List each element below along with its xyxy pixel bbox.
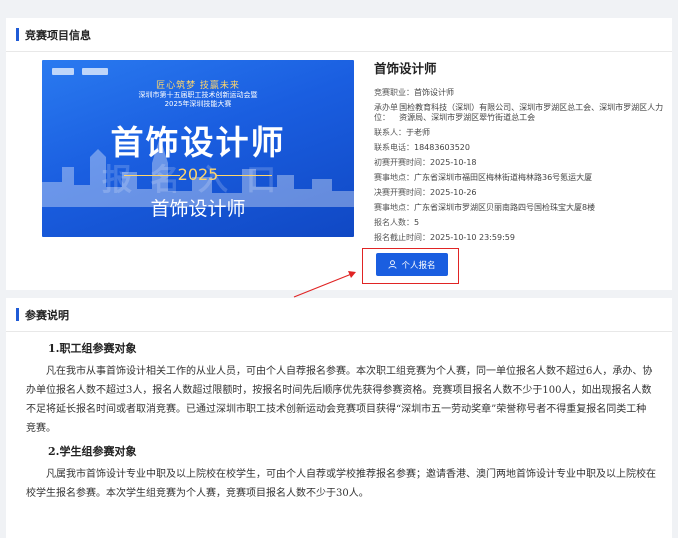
section-header: 参赛说明 [6,298,672,332]
section-title: 竞赛项目信息 [25,28,91,42]
participation-notes-card: 参赛说明 1.职工组参赛对象 凡在我市从事首饰设计相关工作的从业人员，可由个人自… [6,298,672,538]
section-accent-bar [16,308,19,321]
student-group-heading: 2.学生组参赛对象 [48,445,137,458]
detail-row: 承办单位： 国检教育科技（深圳）有限公司、深圳市罗湖区总工会、深圳市罗湖区人力资源… [374,103,664,122]
poster-event-line1: 深圳市第十五届职工技术创新运动会暨 [138,91,258,99]
poster-year: 2025 [177,165,219,184]
detail-row: 决赛开赛时间： 2025-10-26 [374,188,477,198]
register-button-label: 个人报名 [401,260,436,271]
competition-poster: 匠心筑梦 技赢未来 深圳市第十五届职工技术创新运动会暨 2025年深圳技能大赛 … [42,60,354,237]
poster-event-name: 深圳市第十五届职工技术创新运动会暨 2025年深圳技能大赛 [42,91,354,109]
user-icon [388,260,398,269]
poster-slogan: 匠心筑梦 技赢未来 [156,81,240,91]
individual-register-button[interactable]: 个人报名 [376,253,448,276]
competition-info-card: 竞赛项目信息 匠心筑梦 技赢未来 深圳市第十五届职工技术创新运动会暨 2025年… [6,18,672,290]
notes-body: 1.职工组参赛对象 凡在我市从事首饰设计相关工作的从业人员，可由个人自荐报名参赛… [26,340,656,508]
detail-row: 赛事地点： 广东省深圳市罗湖区贝丽南路四号国检珠宝大厦8楼 [374,203,596,213]
detail-row: 联系电话： 18483603520 [374,142,470,152]
employee-group-text: 凡在我市从事首饰设计相关工作的从业人员，可由个人自荐报名参赛。本次职工组竞赛为个… [26,366,653,434]
detail-row: 报名人数： 5 [374,218,420,228]
competition-details: 首饰设计师 竞赛职业： 首饰设计师 承办单位： 国检教育科技（深圳）有限公司、深圳市… [374,58,664,248]
detail-row: 报名截止时间： 2025-10-10 23:59:59 [374,233,515,243]
sponsor-logo [82,68,108,75]
detail-row: 竞赛职业： 首饰设计师 [374,88,454,97]
detail-row: 赛事地点： 广东省深圳市福田区梅林街道梅林路36号氪运大厦 [374,172,593,182]
poster-event-line2: 2025年深圳技能大赛 [164,100,232,108]
employee-group-heading: 1.职工组参赛对象 [48,342,137,355]
competition-title: 首饰设计师 [374,61,437,76]
section-title: 参赛说明 [25,308,69,322]
section-header: 竞赛项目信息 [6,18,672,52]
detail-row: 初赛开赛时间： 2025-10-18 [374,157,477,167]
student-group-text: 凡属我市首饰设计专业中职及以上院校在校学生，可由个人自荐或学校推荐报名参赛；邀请… [26,469,656,499]
organizer-logo [52,68,74,75]
section-accent-bar [16,28,19,41]
detail-row: 联系人： 于老师 [374,127,430,137]
poster-logos [52,68,108,75]
poster-subtitle: 首饰设计师 [150,198,246,220]
